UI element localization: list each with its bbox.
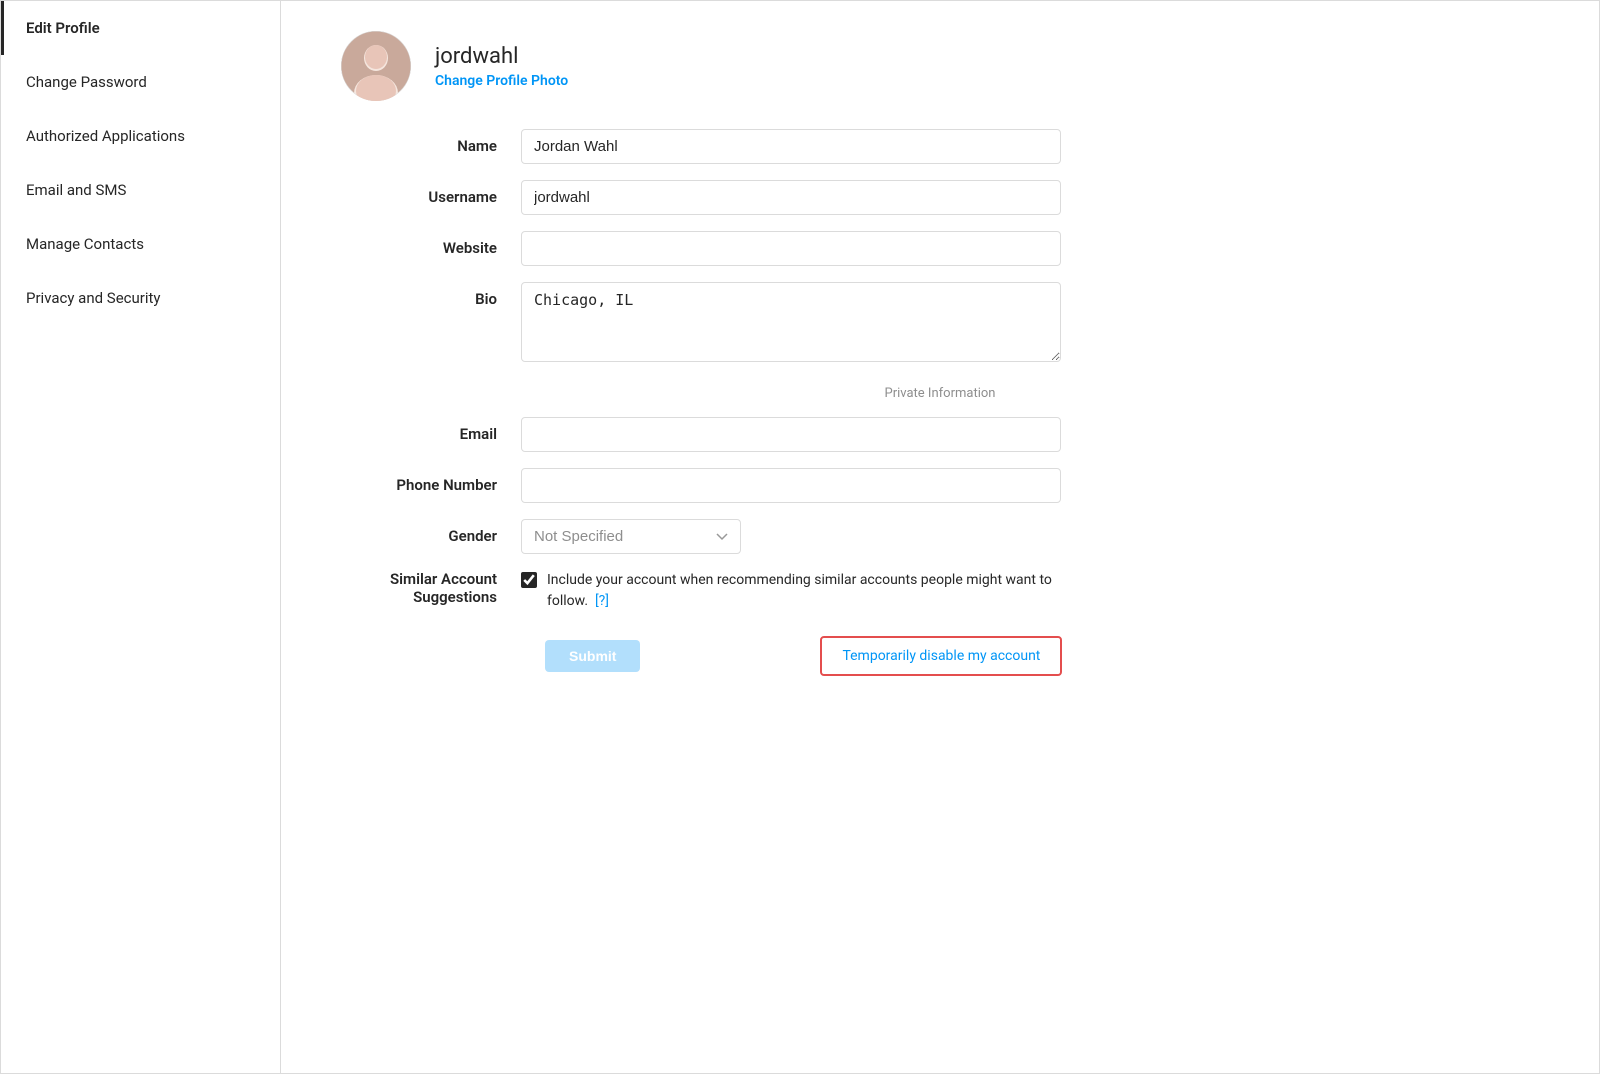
email-row: Email: [341, 417, 1539, 452]
suggestions-content: Include your account when recommending s…: [521, 570, 1061, 612]
phone-field-wrapper: [521, 468, 1061, 503]
gender-label: Gender: [341, 519, 521, 545]
sidebar-item-label: Authorized Applications: [26, 127, 185, 145]
sidebar: Edit Profile Change Password Authorized …: [1, 1, 281, 1073]
sidebar-item-label: Manage Contacts: [26, 235, 144, 253]
name-input[interactable]: [521, 129, 1061, 164]
bio-input[interactable]: Chicago, IL: [521, 282, 1061, 362]
sidebar-item-email-sms[interactable]: Email and SMS: [1, 163, 280, 217]
suggestions-checkbox[interactable]: [521, 572, 537, 588]
sidebar-item-label: Change Password: [26, 73, 147, 91]
submit-button[interactable]: Submit: [545, 640, 640, 672]
name-row: Name: [341, 129, 1539, 164]
disable-account-link[interactable]: Temporarily disable my account: [820, 636, 1062, 676]
email-field-wrapper: [521, 417, 1061, 452]
suggestions-checkbox-wrapper: [521, 572, 537, 592]
username-label: Username: [341, 180, 521, 206]
username-row: Username: [341, 180, 1539, 215]
profile-header: jordwahl Change Profile Photo: [341, 31, 1539, 101]
sidebar-item-manage-contacts[interactable]: Manage Contacts: [1, 217, 280, 271]
sidebar-item-change-password[interactable]: Change Password: [1, 55, 280, 109]
website-input[interactable]: [521, 231, 1061, 266]
gender-select[interactable]: Not Specified Male Female Custom Prefer …: [521, 519, 741, 554]
email-label: Email: [341, 417, 521, 443]
website-label: Website: [341, 231, 521, 257]
avatar: [341, 31, 411, 101]
gender-field-wrapper: Not Specified Male Female Custom Prefer …: [521, 519, 1061, 554]
phone-row: Phone Number: [341, 468, 1539, 503]
sidebar-item-label: Privacy and Security: [26, 289, 161, 307]
suggestions-text: Include your account when recommending s…: [547, 570, 1061, 612]
bottom-actions: Submit Temporarily disable my account: [545, 636, 1539, 676]
suggestions-label-text: Similar AccountSuggestions: [390, 570, 497, 606]
sidebar-item-authorized-applications[interactable]: Authorized Applications: [1, 109, 280, 163]
sidebar-item-label: Email and SMS: [26, 181, 126, 199]
sidebar-item-edit-profile[interactable]: Edit Profile: [1, 1, 280, 55]
bio-field: Chicago, IL: [521, 282, 1061, 366]
suggestions-label: Similar AccountSuggestions: [341, 570, 521, 606]
name-field: [521, 129, 1061, 164]
website-row: Website: [341, 231, 1539, 266]
phone-input[interactable]: [521, 468, 1061, 503]
suggestions-row: Similar AccountSuggestions Include your …: [341, 570, 1539, 612]
username-field: [521, 180, 1061, 215]
username-input[interactable]: [521, 180, 1061, 215]
bio-row: Bio Chicago, IL: [341, 282, 1539, 366]
email-input[interactable]: [521, 417, 1061, 452]
website-field: [521, 231, 1061, 266]
main-content: jordwahl Change Profile Photo Name Usern…: [281, 1, 1599, 1073]
bio-label: Bio: [341, 282, 521, 308]
name-label: Name: [341, 129, 521, 155]
private-info-label: Private Information: [341, 386, 1539, 401]
sidebar-item-privacy-security[interactable]: Privacy and Security: [1, 271, 280, 325]
phone-label: Phone Number: [341, 468, 521, 494]
profile-info: jordwahl Change Profile Photo: [435, 44, 568, 89]
change-photo-link[interactable]: Change Profile Photo: [435, 73, 568, 89]
profile-username: jordwahl: [435, 44, 568, 69]
gender-row: Gender Not Specified Male Female Custom …: [341, 519, 1539, 554]
sidebar-item-label: Edit Profile: [26, 19, 100, 37]
suggestions-help-link[interactable]: [?]: [595, 593, 609, 609]
